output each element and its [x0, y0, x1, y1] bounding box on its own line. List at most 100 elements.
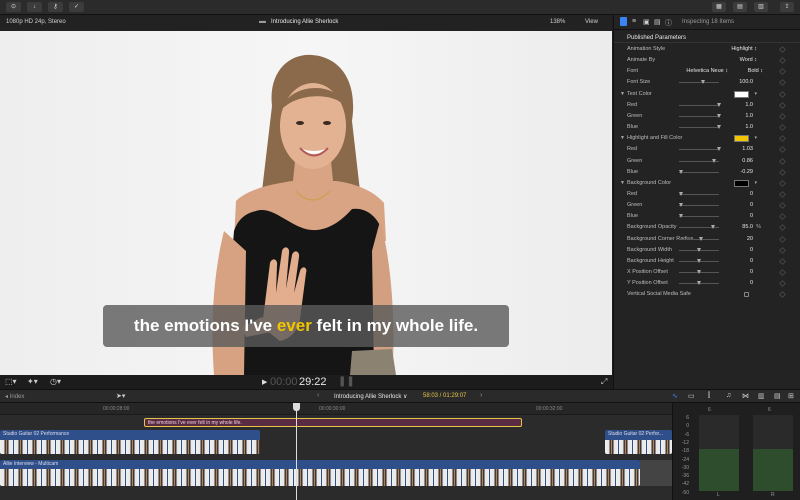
disclosure-icon[interactable]: ▼ [620, 178, 625, 189]
param-slider[interactable] [679, 281, 719, 286]
chevron-down-icon[interactable]: ▾ [754, 89, 757, 100]
keyframe-icon[interactable] [778, 257, 787, 265]
music-clip[interactable]: Studio Guitar 02 Performance [0, 430, 260, 454]
slider-thumb[interactable] [716, 147, 721, 152]
keyframe-icon[interactable] [778, 146, 787, 154]
param-slider[interactable] [678, 203, 719, 208]
disclosure-icon[interactable]: ▼ [620, 89, 625, 100]
param-value[interactable]: 1.0 [745, 111, 753, 122]
keyframe-icon[interactable] [778, 280, 787, 288]
color-swatch[interactable] [734, 135, 749, 143]
project-title[interactable]: Introducing Allie Sherlock ∨ [334, 393, 407, 400]
keyframe-icon[interactable] [778, 157, 787, 165]
keyframe-icon[interactable] [778, 168, 787, 176]
keyframe-icon[interactable] [778, 79, 787, 87]
effects-icon[interactable]: ⊞ [788, 392, 794, 400]
keyframe-icon[interactable] [778, 124, 787, 132]
gap-clip[interactable] [640, 460, 672, 486]
play-icon[interactable]: ▶ [262, 378, 267, 386]
slider-thumb[interactable] [678, 203, 683, 208]
fullscreen-icon[interactable]: ⤢ [601, 377, 607, 387]
keyframe-icon[interactable] [778, 246, 787, 254]
keyframe-icon[interactable] [778, 179, 787, 187]
keyframe-icon[interactable] [778, 291, 787, 299]
slider-thumb[interactable] [678, 214, 683, 219]
headphones-icon[interactable]: ♫ [726, 392, 731, 399]
select-tool-icon[interactable]: ➤▾ [116, 392, 125, 400]
param-slider[interactable] [679, 225, 719, 230]
slider-thumb[interactable] [696, 247, 701, 252]
keyframe-icon[interactable] [778, 45, 787, 54]
param-popup[interactable]: Word ↕ [740, 55, 757, 66]
param-value[interactable]: 20 [747, 234, 753, 245]
audio-waveform-icon[interactable]: ∿ [672, 392, 678, 400]
enhance-icon[interactable]: ✦▾ [27, 377, 38, 386]
param-slider[interactable] [679, 236, 719, 241]
font-style-popup[interactable]: Bold ↕ [748, 66, 763, 77]
film-icon[interactable]: ▥ [758, 392, 765, 400]
keyframe-icon[interactable] [778, 68, 787, 76]
keyframe-icon[interactable] [778, 190, 787, 198]
keyframe-icon[interactable] [778, 90, 787, 98]
slider-thumb[interactable] [716, 125, 721, 130]
caption-clip[interactable]: the emotions I've ever felt in my whole … [144, 418, 522, 427]
checkmark-icon[interactable]: ✓ [69, 2, 84, 12]
param-popup[interactable]: Highlight ↕ [731, 44, 757, 55]
param-slider[interactable] [679, 247, 719, 252]
video-viewer[interactable]: the emotions I've ever felt in my whole … [0, 31, 612, 375]
param-slider[interactable] [679, 102, 721, 107]
slider-thumb[interactable] [700, 80, 705, 85]
transform-icon[interactable]: ⬚▾ [5, 377, 17, 386]
slider-thumb[interactable] [698, 236, 703, 241]
param-value[interactable]: 1.03 [742, 144, 753, 155]
view-menu[interactable]: View [585, 19, 598, 25]
param-slider[interactable] [679, 113, 721, 118]
keyframe-icon[interactable] [778, 202, 787, 210]
share-icon[interactable]: ⇪ [780, 2, 794, 12]
slider-thumb[interactable] [711, 158, 716, 163]
param-slider[interactable] [679, 158, 719, 163]
param-value[interactable]: 0 [750, 200, 753, 211]
param-slider[interactable] [678, 214, 719, 219]
param-slider[interactable] [678, 191, 719, 196]
slider-thumb[interactable] [710, 225, 715, 230]
snapping-icon[interactable]: ⋈ [742, 392, 749, 400]
color-swatch[interactable] [734, 90, 749, 98]
keyframe-icon[interactable] [778, 101, 787, 109]
playhead-handle[interactable] [293, 403, 300, 411]
pause-icon[interactable]: ❚❚ [338, 376, 355, 387]
param-value[interactable]: 0 [750, 278, 753, 289]
slider-thumb[interactable] [696, 258, 701, 263]
keyframe-icon[interactable] [778, 224, 787, 232]
speed-icon[interactable]: ◷▾ [50, 377, 61, 386]
param-slider[interactable] [679, 80, 719, 85]
param-slider[interactable] [678, 169, 719, 174]
keyframe-icon[interactable] [778, 235, 787, 243]
checkbox[interactable] [744, 292, 749, 298]
caption-overlay[interactable]: the emotions I've ever felt in my whole … [103, 305, 509, 347]
param-value[interactable]: 1.0 [745, 100, 753, 111]
param-value[interactable]: 0 [750, 245, 753, 256]
param-slider[interactable] [679, 270, 719, 274]
paragraph-icon[interactable]: ≡ [632, 18, 636, 25]
slider-thumb[interactable] [678, 191, 683, 196]
download-icon[interactable]: ↓ [27, 2, 42, 12]
slider-thumb[interactable] [716, 113, 721, 118]
zoom-level[interactable]: 138% [550, 19, 565, 25]
color-swatch[interactable] [734, 179, 749, 187]
slider-thumb[interactable] [696, 281, 701, 286]
skimming-icon[interactable]: ⫿ [708, 392, 710, 400]
video-clip[interactable]: Allie Interview - Multicam [0, 460, 640, 486]
keyframe-icon[interactable] [778, 112, 787, 120]
param-slider[interactable] [679, 125, 721, 130]
slider-thumb[interactable] [678, 169, 683, 174]
param-value[interactable]: 85.0 [742, 222, 753, 233]
keyframe-icon[interactable] [778, 213, 787, 221]
forward-icon[interactable]: › [480, 392, 482, 399]
param-value[interactable]: 1.0 [745, 122, 753, 133]
grid-icon[interactable]: ▦ [712, 2, 726, 12]
timeline-icon[interactable]: ▥ [754, 2, 768, 12]
browser-icon[interactable]: ▤ [733, 2, 747, 12]
clip-appearance-icon[interactable]: ▭ [688, 392, 695, 400]
info-icon[interactable]: ⓘ [665, 18, 672, 28]
